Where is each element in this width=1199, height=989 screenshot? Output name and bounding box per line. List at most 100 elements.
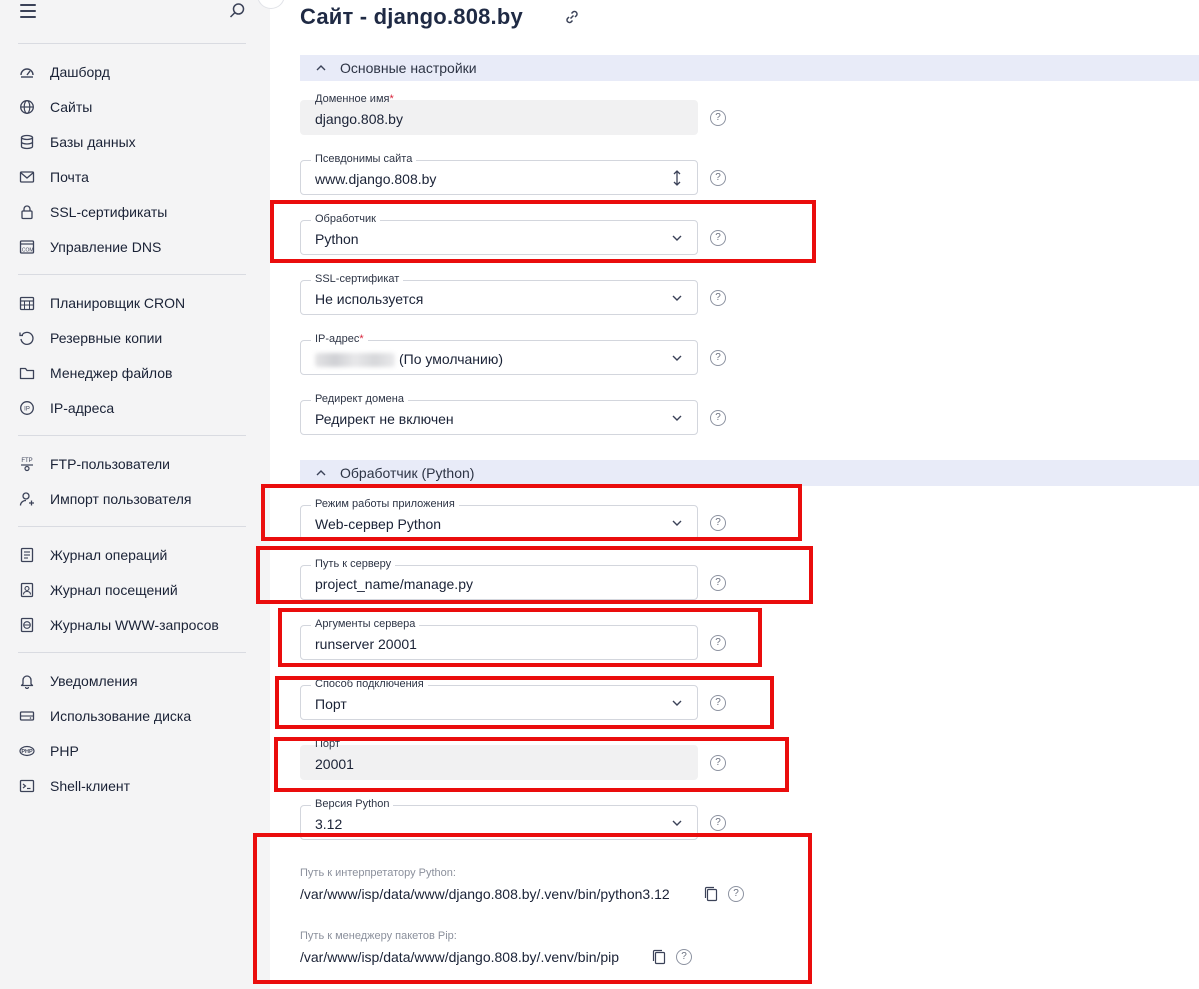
handler-select[interactable]: Обработчик Python (300, 212, 698, 255)
sidebar-item-cron[interactable]: Планировщик CRON (18, 289, 258, 317)
chevron-up-icon (316, 470, 326, 476)
field-value: Python (315, 231, 359, 247)
sidebar-item-label: Базы данных (50, 134, 136, 150)
field-value: 20001 (315, 756, 354, 772)
pip-path-label: Путь к менеджеру пакетов Pip: (300, 930, 457, 942)
sidebar-divider (18, 274, 246, 275)
section-title: Обработчик (Python) (340, 465, 475, 481)
domain-field: Доменное имя* django.808.by (300, 93, 698, 135)
help-icon[interactable]: ? (676, 949, 692, 965)
ip-icon: IP (18, 399, 36, 417)
sidebar-item-label: Резервные копии (50, 330, 163, 346)
copy-icon[interactable] (704, 886, 718, 902)
help-icon[interactable]: ? (710, 575, 726, 591)
help-icon[interactable]: ? (710, 695, 726, 711)
chevron-up-icon (316, 65, 326, 71)
bell-icon (18, 672, 36, 690)
page-title: Сайт - django.808.by (300, 4, 523, 29)
sidebar-item-file-manager[interactable]: Менеджер файлов (18, 359, 258, 387)
sidebar-divider (18, 652, 246, 653)
redirect-select[interactable]: Редирект домена Редирект не включен (300, 392, 698, 435)
field-label: Доменное имя* (311, 92, 398, 106)
sidebar-item-mail[interactable]: Почта (18, 163, 258, 191)
link-icon[interactable] (563, 8, 581, 26)
sidebar-item-label: Сайты (50, 99, 93, 115)
sidebar-item-label: Планировщик CRON (50, 295, 186, 311)
section-handler-python[interactable]: Обработчик (Python) (300, 460, 1199, 486)
menu-icon[interactable] (20, 4, 36, 18)
sidebar: Дашборд Сайты Базы данных Почта SSL-серт… (0, 0, 270, 989)
app-mode-select[interactable]: Режим работы приложения Web-сервер Pytho… (300, 497, 698, 540)
field-label-text: Доменное имя (315, 93, 390, 105)
copy-icon[interactable] (652, 949, 666, 965)
svg-text:.COM: .COM (20, 248, 33, 254)
sidebar-item-label: Журналы WWW-запросов (50, 617, 219, 633)
sidebar-item-databases[interactable]: Базы данных (18, 128, 258, 156)
ip-select[interactable]: IP-адрес* (По умолчанию) (300, 332, 698, 375)
operations-log-icon (18, 546, 36, 564)
python-version-select[interactable]: Версия Python 3.12 (300, 797, 698, 840)
field-label: Режим работы приложения (311, 497, 459, 511)
sidebar-item-visits-log[interactable]: Журнал посещений (18, 576, 258, 604)
sidebar-item-label: Использование диска (50, 708, 192, 724)
sidebar-item-sites[interactable]: Сайты (18, 93, 258, 121)
sidebar-item-ftp[interactable]: FTP FTP-пользователи (18, 450, 258, 478)
field-value: django.808.by (315, 111, 403, 127)
help-icon[interactable]: ? (710, 515, 726, 531)
sidebar-item-disk-usage[interactable]: Использование диска (18, 702, 258, 730)
ssl-select[interactable]: SSL-сертификат Не используется (300, 272, 698, 315)
svg-text:IP: IP (24, 407, 30, 413)
sidebar-item-label: FTP-пользователи (50, 456, 170, 472)
help-icon[interactable]: ? (710, 410, 726, 426)
interpreter-path-label: Путь к интерпретатору Python: (300, 867, 456, 879)
dns-icon: .COM (18, 238, 36, 256)
connection-method-select[interactable]: Способ подключения Порт (300, 677, 698, 720)
sidebar-item-php[interactable]: PHP PHP (18, 737, 258, 765)
server-path-input[interactable]: Путь к серверу project_name/manage.py (300, 557, 698, 600)
globe-icon (18, 98, 36, 116)
pip-path-value: /var/www/isp/data/www/django.808.by/.ven… (300, 949, 620, 965)
certificate-icon (18, 203, 36, 221)
chevron-down-icon (672, 415, 682, 421)
sidebar-item-ip[interactable]: IP IP-адреса (18, 394, 258, 422)
sidebar-item-operations-log[interactable]: Журнал операций (18, 541, 258, 569)
field-label: Версия Python (311, 797, 394, 811)
sidebar-item-www-log[interactable]: Журналы WWW-запросов (18, 611, 258, 639)
sidebar-item-label: Управление DNS (50, 239, 162, 255)
chevron-down-icon (672, 355, 682, 361)
help-icon[interactable]: ? (710, 635, 726, 651)
help-icon[interactable]: ? (710, 290, 726, 306)
sidebar-item-dns[interactable]: .COM Управление DNS (18, 233, 258, 261)
required-mark: * (359, 333, 364, 345)
sidebar-item-ssl[interactable]: SSL-сертификаты (18, 198, 258, 226)
sidebar-item-notifications[interactable]: Уведомления (18, 667, 258, 695)
field-value: Порт (315, 696, 347, 712)
search-icon[interactable] (228, 2, 246, 20)
sidebar-item-backups[interactable]: Резервные копии (18, 324, 258, 352)
field-label: Псевдонимы сайта (311, 152, 417, 166)
help-icon[interactable]: ? (710, 350, 726, 366)
interpreter-path-value: /var/www/isp/data/www/django.808.by/.ven… (300, 886, 670, 902)
field-label: Аргументы сервера (311, 617, 420, 631)
chevron-down-icon (672, 700, 682, 706)
help-icon[interactable]: ? (710, 230, 726, 246)
resize-icon[interactable] (671, 169, 683, 187)
sidebar-item-user-import[interactable]: Импорт пользователя (18, 485, 258, 513)
help-icon[interactable]: ? (710, 755, 726, 771)
help-icon[interactable]: ? (710, 110, 726, 126)
sidebar-item-label: Импорт пользователя (50, 491, 192, 507)
server-args-input[interactable]: Аргументы сервера runserver 20001 (300, 617, 698, 660)
ftp-icon: FTP (18, 455, 36, 473)
sidebar-item-shell[interactable]: Shell-клиент (18, 772, 258, 800)
sidebar-divider (18, 526, 246, 527)
sidebar-item-label: PHP (50, 743, 79, 759)
help-icon[interactable]: ? (710, 170, 726, 186)
help-icon[interactable]: ? (710, 815, 726, 831)
field-value: 3.12 (315, 816, 343, 832)
aliases-field[interactable]: Псевдонимы сайта www.django.808.by (300, 152, 698, 195)
section-basic-settings[interactable]: Основные настройки (300, 55, 1199, 81)
help-icon[interactable]: ? (728, 886, 744, 902)
sidebar-item-dashboard[interactable]: Дашборд (18, 58, 258, 86)
sidebar-item-label: Журнал посещений (50, 582, 178, 598)
field-label: IP-адрес* (311, 332, 368, 346)
